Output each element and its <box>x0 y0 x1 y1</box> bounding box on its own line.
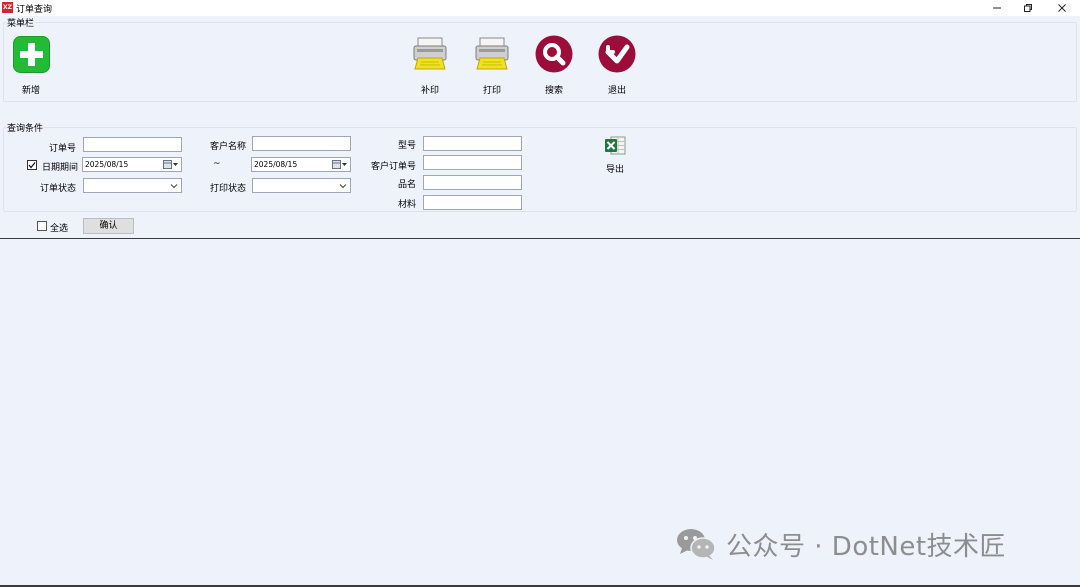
close-icon[interactable] <box>1047 0 1077 16</box>
customer-name-input[interactable] <box>252 136 351 151</box>
confirm-button[interactable]: 确认 <box>83 218 134 234</box>
date-from-picker[interactable]: 2025/08/15 <box>82 157 182 172</box>
search-button[interactable]: 搜索 <box>534 34 574 96</box>
chevron-down-icon <box>339 184 347 189</box>
exit-button[interactable]: 退出 <box>597 34 637 96</box>
add-button[interactable]: 新增 <box>11 34 51 96</box>
chevron-down-icon <box>170 184 178 189</box>
reprint-button-label: 补印 <box>420 86 439 96</box>
restore-icon[interactable] <box>1013 0 1043 16</box>
model-input[interactable] <box>423 136 522 151</box>
product-name-input[interactable] <box>423 175 522 190</box>
model-label: 型号 <box>397 141 416 151</box>
date-from-value: 2025/08/15 <box>85 160 129 169</box>
watermark: 公众号 · DotNet技术匠 <box>676 527 1007 562</box>
customer-order-no-input[interactable] <box>423 155 522 170</box>
calendar-dropdown-icon[interactable] <box>332 159 348 170</box>
exit-button-label: 退出 <box>607 86 626 96</box>
date-period-label: 日期期间 <box>42 163 79 173</box>
print-button[interactable]: 打印 <box>472 34 512 96</box>
menu-bar-legend: 菜单栏 <box>7 16 36 29</box>
printer-icon <box>472 34 512 74</box>
print-button-label: 打印 <box>482 86 501 96</box>
printer-icon <box>410 34 450 74</box>
print-status-label: 打印状态 <box>209 184 246 194</box>
query-legend: 查询条件 <box>7 121 45 134</box>
print-status-select[interactable] <box>252 178 351 193</box>
title-bar: XZ 订单查询 <box>0 0 1080 16</box>
date-range-separator: ~ <box>213 159 221 169</box>
reprint-button[interactable]: 补印 <box>410 34 450 96</box>
excel-icon <box>605 136 626 155</box>
app-logo-icon: XZ <box>2 2 13 13</box>
customer-name-label: 客户名称 <box>209 142 246 152</box>
material-label: 材料 <box>397 200 416 210</box>
wechat-icon <box>676 527 718 561</box>
window-title: 订单查询 <box>16 5 53 15</box>
select-all-label: 全选 <box>50 224 69 234</box>
order-no-input[interactable] <box>83 137 182 152</box>
date-to-value: 2025/08/15 <box>254 160 298 169</box>
export-button[interactable]: 导出 <box>600 134 630 175</box>
add-button-label: 新增 <box>21 86 40 96</box>
order-status-label: 订单状态 <box>39 184 76 194</box>
checkmark-icon <box>28 162 36 169</box>
order-no-label: 订单号 <box>48 144 76 154</box>
customer-order-no-label: 客户订单号 <box>370 162 416 172</box>
export-label: 导出 <box>605 165 624 175</box>
select-all-checkbox[interactable] <box>37 221 47 231</box>
date-period-checkbox[interactable] <box>27 160 37 170</box>
exit-icon <box>597 34 637 74</box>
search-button-label: 搜索 <box>544 86 563 96</box>
minimize-icon[interactable] <box>982 0 1012 16</box>
order-status-select[interactable] <box>83 178 182 193</box>
search-icon <box>534 34 574 74</box>
date-to-picker[interactable]: 2025/08/15 <box>251 157 351 172</box>
calendar-dropdown-icon[interactable] <box>163 159 179 170</box>
watermark-text: 公众号 · DotNet技术匠 <box>726 531 1007 562</box>
product-name-label: 品名 <box>397 180 416 190</box>
material-input[interactable] <box>423 195 522 210</box>
add-icon <box>11 34 51 74</box>
